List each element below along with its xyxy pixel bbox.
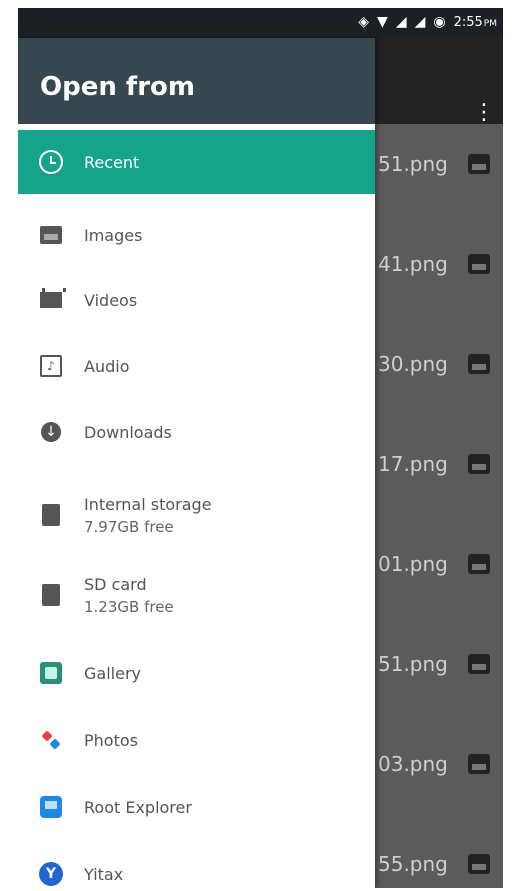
image-icon [40, 226, 62, 244]
overflow-menu-icon[interactable]: ⋮ [473, 102, 495, 124]
file-name: 01.png [378, 552, 448, 576]
root-explorer-icon [40, 796, 62, 818]
file-name: 55.png [378, 852, 448, 876]
drawer-item-internal-storage[interactable]: Internal storage 7.97GB free [18, 476, 375, 554]
drawer-item-images[interactable]: Images [18, 203, 375, 267]
image-thumbnail-icon [468, 754, 490, 774]
file-name: 17.png [378, 452, 448, 476]
battery-icon: ◉ [433, 14, 446, 30]
drawer-item-downloads[interactable]: ↓ Downloads [18, 400, 375, 464]
drawer-item-label: Internal storage [84, 494, 212, 514]
drawer-item-label: SD card [84, 574, 147, 594]
signal-icon: ◢ [414, 14, 426, 30]
drawer-item-yitax[interactable]: Y Yitax [18, 842, 375, 888]
image-thumbnail-icon [468, 554, 490, 574]
sdcard-icon [42, 504, 60, 526]
drawer-item-label: Root Explorer [84, 797, 192, 817]
clock-icon [39, 150, 63, 174]
drawer-item-recent[interactable]: Recent [18, 130, 375, 194]
drawer-item-label: Downloads [84, 422, 172, 442]
photos-icon [41, 730, 61, 750]
yitax-icon: Y [39, 862, 63, 886]
video-icon [40, 288, 66, 308]
drawer-item-subtitle: 1.23GB free [84, 597, 174, 616]
image-thumbnail-icon [468, 154, 490, 174]
status-bar: ◈ ▼ ◢ ◢ ◉ 2:55PM [18, 8, 503, 38]
drawer-item-gallery[interactable]: Gallery [18, 641, 375, 705]
vibrate-icon: ◈ [358, 14, 370, 30]
audio-icon: ♪ [40, 355, 62, 377]
drawer-item-label: Images [84, 225, 143, 245]
image-thumbnail-icon [468, 254, 490, 274]
drawer-item-subtitle: 7.97GB free [84, 517, 174, 536]
image-thumbnail-icon [468, 854, 490, 874]
sdcard-icon [42, 584, 60, 606]
file-name: 41.png [378, 252, 448, 276]
file-name: 51.png [378, 652, 448, 676]
wifi-icon: ▼ [377, 14, 388, 30]
drawer-item-label: Audio [84, 356, 130, 376]
drawer-item-label: Photos [84, 730, 138, 750]
download-icon: ↓ [41, 422, 61, 442]
device-screen: ◈ ▼ ◢ ◢ ◉ 2:55PM ⋮ 51.png 41.png 30.png … [18, 8, 503, 888]
drawer-title: Open from [40, 72, 195, 102]
drawer-item-label: Yitax [84, 864, 124, 884]
image-thumbnail-icon [468, 354, 490, 374]
drawer-item-photos[interactable]: Photos [18, 708, 375, 772]
navigation-drawer: Open from Recent Images Videos ♪ Audio ↓… [18, 38, 375, 888]
drawer-item-label: Recent [84, 152, 140, 172]
status-icons: ◈ ▼ ◢ ◢ ◉ 2:55PM [358, 14, 497, 30]
drawer-item-root-explorer[interactable]: Root Explorer [18, 775, 375, 839]
file-name: 51.png [378, 152, 448, 176]
signal-icon: ◢ [395, 14, 407, 30]
gallery-icon [40, 662, 62, 684]
status-time: 2:55PM [453, 14, 497, 30]
image-thumbnail-icon [468, 654, 490, 674]
drawer-item-label: Gallery [84, 663, 141, 683]
drawer-item-audio[interactable]: ♪ Audio [18, 334, 375, 398]
drawer-item-label: Videos [84, 290, 138, 310]
file-name: 30.png [378, 352, 448, 376]
drawer-header: Open from [18, 38, 375, 124]
image-thumbnail-icon [468, 454, 490, 474]
drawer-item-sd-card[interactable]: SD card 1.23GB free [18, 556, 375, 634]
drawer-item-videos[interactable]: Videos [18, 268, 375, 332]
file-name: 03.png [378, 752, 448, 776]
